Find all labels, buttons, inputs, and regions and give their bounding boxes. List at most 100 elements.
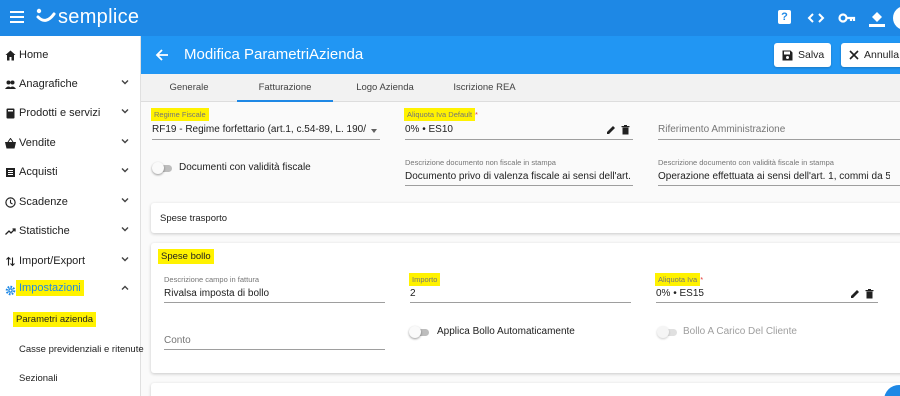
spese-trasporto-title: Spese trasporto <box>160 213 228 224</box>
receipt-icon <box>6 168 15 177</box>
riferimento-amministrazione-input[interactable]: Riferimento Amministrazione <box>658 124 785 135</box>
sidebar-subitem-label: Parametri azienda <box>13 312 97 327</box>
sidebar-subitem-label: Sezionali <box>19 373 58 384</box>
desc-campo-label: Descrizione campo in fattura <box>164 275 260 284</box>
sidebar-item-home[interactable]: Home <box>0 44 141 68</box>
desc-fiscale-field[interactable]: Operazione effettuata ai sensi dell'art.… <box>658 171 890 182</box>
top-app-bar: semplice ? <box>0 0 900 36</box>
sidebar-subitem-parametri-azienda[interactable]: Parametri azienda <box>0 311 141 333</box>
gear-icon <box>5 285 16 296</box>
aliquota-iva-underline <box>656 302 878 303</box>
page-title: Modifica ParametriAzienda <box>184 46 364 63</box>
arrow-back-icon[interactable] <box>155 48 169 62</box>
sidebar-item-label: Vendite <box>19 137 56 149</box>
sidebar-item-label: Import/Export <box>19 255 86 267</box>
sidebar-item-label: Impostazioni <box>16 280 84 296</box>
book-icon <box>6 108 15 119</box>
cancel-button[interactable]: Annulla <box>841 43 900 67</box>
chevron-down-icon <box>121 168 129 173</box>
spese-bollo-title[interactable]: Spese bollo <box>158 249 214 264</box>
paint-bucket-icon[interactable] <box>868 9 886 27</box>
aliquota-iva-label: Aliquota Iva * <box>655 273 703 286</box>
conto-underline <box>164 349 385 350</box>
avatar[interactable] <box>893 6 900 30</box>
tab-fatturazione[interactable]: Fatturazione <box>237 74 333 102</box>
chevron-down-icon <box>121 80 129 85</box>
sidebar-item-label: Statistiche <box>19 225 70 237</box>
sidebar-item-vendite[interactable]: Vendite <box>0 132 141 156</box>
bollo-carico-cliente-toggle[interactable] <box>657 326 679 338</box>
sidebar-item-statistiche[interactable]: Statistiche <box>0 220 141 244</box>
sidebar-item-impostazioni[interactable]: Impostazioni <box>0 279 141 303</box>
close-icon <box>849 50 859 60</box>
sidebar-subitem-sezionali[interactable]: Sezionali <box>0 369 141 391</box>
sidebar-item-label: Acquisti <box>19 166 58 178</box>
sidebar-item-scadenze[interactable]: Scadenze <box>0 191 141 215</box>
trending-up-icon <box>5 228 16 235</box>
regime-fiscale-select[interactable]: RF19 - Regime forfettario (art.1, c.54-8… <box>152 124 366 135</box>
spese-bollo-panel: Spese bollo Descrizione campo in fattura… <box>151 243 900 373</box>
chevron-up-icon <box>121 285 129 290</box>
sidebar-item-acquisti[interactable]: Acquisti <box>0 161 141 185</box>
regime-fiscale-label: Regime Fiscale <box>151 108 209 121</box>
sidebar-subitem-label: Casse previdenziali e ritenute <box>19 344 144 355</box>
key-icon[interactable] <box>838 9 856 27</box>
sidebar-item-label: Home <box>19 49 49 61</box>
tab-logo-azienda[interactable]: Logo Azienda <box>333 74 437 102</box>
sidebar: Home Anagrafiche Prodotti e servizi Vend… <box>0 36 144 396</box>
tab-iscrizione-rea[interactable]: Iscrizione REA <box>437 74 532 102</box>
code-icon[interactable] <box>807 9 825 27</box>
aliquota-default-underline <box>405 139 633 140</box>
sidebar-item-label: Scadenze <box>19 196 68 208</box>
sidebar-subitem-casse-previdenziali[interactable]: Casse previdenziali e ritenute <box>0 340 144 362</box>
import-export-icon <box>6 256 15 267</box>
documenti-fiscale-toggle[interactable] <box>152 162 174 174</box>
help-icon[interactable]: ? <box>778 9 796 27</box>
edit-icon[interactable] <box>606 125 616 135</box>
riferimento-underline <box>658 139 900 140</box>
importo-label: Importo <box>409 273 441 286</box>
desc-fiscale-underline <box>658 185 900 186</box>
sidebar-item-anagrafiche[interactable]: Anagrafiche <box>0 73 141 97</box>
importo-underline <box>410 302 631 303</box>
sidebar-item-import-export[interactable]: Import/Export <box>0 250 141 274</box>
sidebar-item-label: Anagrafiche <box>19 78 78 90</box>
home-icon <box>5 50 16 61</box>
desc-non-fiscale-field[interactable]: Documento privo di valenza fiscale ai se… <box>405 171 633 182</box>
desc-non-fiscale-underline <box>405 185 633 186</box>
delete-icon[interactable] <box>865 289 874 299</box>
semplice-logo-icon <box>36 8 56 22</box>
applica-bollo-label: Applica Bollo Automaticamente <box>437 326 575 337</box>
regime-fiscale-underline <box>152 139 380 140</box>
delete-icon[interactable] <box>621 125 630 135</box>
save-button[interactable]: Salva <box>774 43 831 67</box>
menu-icon[interactable] <box>10 11 24 23</box>
clock-icon <box>5 197 16 208</box>
dropdown-arrow-icon[interactable] <box>371 129 377 133</box>
edit-icon[interactable] <box>850 289 860 299</box>
chevron-down-icon <box>121 109 129 114</box>
sidebar-item-prodotti[interactable]: Prodotti e servizi <box>0 102 141 126</box>
chevron-down-icon <box>121 198 129 203</box>
importo-field[interactable]: 2 <box>410 288 610 299</box>
bollo-carico-cliente-label: Bollo A Carico Del Cliente <box>683 326 797 337</box>
conto-input[interactable]: Conto <box>164 335 191 346</box>
page-header: Modifica ParametriAzienda Salva Annulla <box>141 36 900 74</box>
spese-trasporto-panel[interactable]: Spese trasporto <box>151 203 900 233</box>
aliquota-default-field[interactable]: 0% • ES10 <box>405 124 585 135</box>
chevron-down-icon <box>121 139 129 144</box>
aliquota-iva-field[interactable]: 0% • ES15 <box>656 288 836 299</box>
tab-generale[interactable]: Generale <box>141 74 237 102</box>
documenti-fiscale-label: Documenti con validità fiscale <box>179 162 311 173</box>
applica-bollo-toggle[interactable] <box>409 326 431 338</box>
chevron-down-icon <box>121 257 129 262</box>
tab-bar: Generale Fatturazione Logo Azienda Iscri… <box>141 74 900 102</box>
desc-fiscale-label: Descrizione documento con validità fisca… <box>658 158 834 167</box>
sidebar-item-label: Prodotti e servizi <box>19 107 101 119</box>
next-section-panel[interactable] <box>151 383 900 396</box>
aliquota-default-label: Aliquota Iva Default * <box>404 108 478 121</box>
desc-campo-field[interactable]: Rivalsa imposta di bollo <box>164 288 384 299</box>
basket-icon <box>5 138 16 149</box>
app-name[interactable]: semplice <box>58 6 139 29</box>
desc-non-fiscale-label: Descrizione documento non fiscale in sta… <box>405 158 556 167</box>
